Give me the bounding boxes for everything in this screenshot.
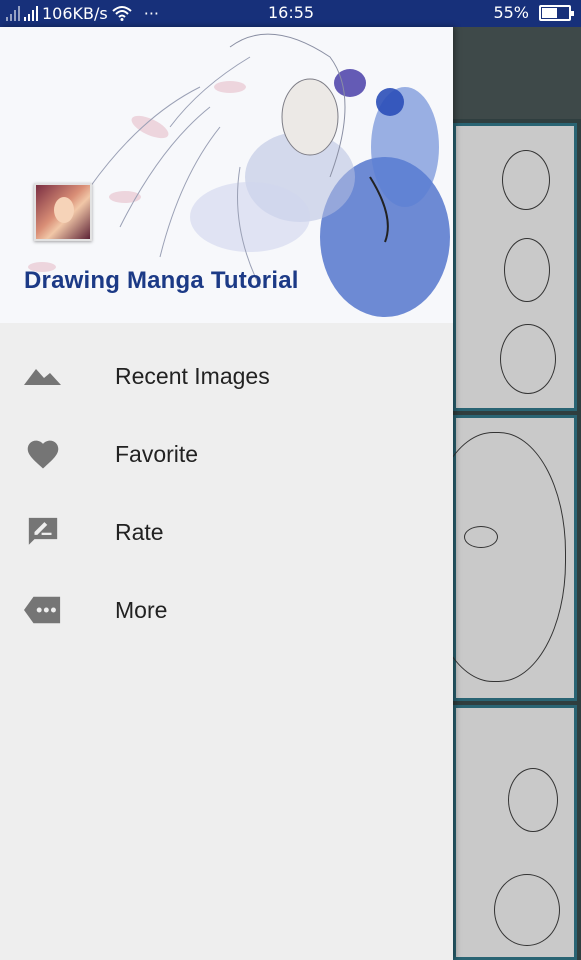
sketch-eye [464,526,498,548]
network-speed: 106KB/s [42,3,108,23]
drawer-header: Drawing Manga Tutorial [0,27,453,323]
rate-review-icon [24,512,62,552]
menu-item-more[interactable]: More [0,571,453,649]
menu-item-rate[interactable]: Rate [0,493,453,571]
wifi-icon [112,6,132,21]
background-app[interactable] [426,27,581,960]
battery-fill [542,7,558,18]
clock: 16:55 [268,3,315,22]
heart-icon [24,434,62,474]
signal-icon-sim1 [6,5,20,21]
battery-icon [539,4,574,21]
app-icon [34,183,92,241]
background-image-card[interactable] [453,705,577,960]
status-right: 55% [493,3,574,22]
status-left: 106KB/s ··· [6,3,159,23]
signal-icon-sim2 [24,5,38,21]
menu-item-favorite[interactable]: Favorite [0,415,453,493]
navigation-drawer: Drawing Manga Tutorial Recent Images Fav… [0,27,453,960]
background-image-card[interactable] [453,123,577,411]
drawer-menu: Recent Images Favorite Rate More [0,337,453,649]
more-label-icon [24,590,62,630]
sketch-head [508,768,558,832]
app-icon-face [54,197,74,223]
battery-percent: 55% [493,3,529,22]
background-image-card[interactable] [426,415,577,701]
app-title: Drawing Manga Tutorial [24,267,299,294]
notification-more: ··· [143,3,159,23]
status-bar: 106KB/s ··· 16:55 55% [0,0,581,27]
menu-item-label: Recent Images [115,363,270,389]
sketch-head [500,324,556,394]
menu-item-label: Favorite [115,441,199,467]
menu-item-recent-images[interactable]: Recent Images [0,337,453,415]
menu-item-label: Rate [115,519,164,545]
menu-item-label: More [115,597,168,623]
sketch-head [502,150,550,210]
sketch-head [494,874,560,946]
background-toolbar [453,27,581,119]
sketch-head [504,238,550,302]
landscape-icon [24,356,62,396]
